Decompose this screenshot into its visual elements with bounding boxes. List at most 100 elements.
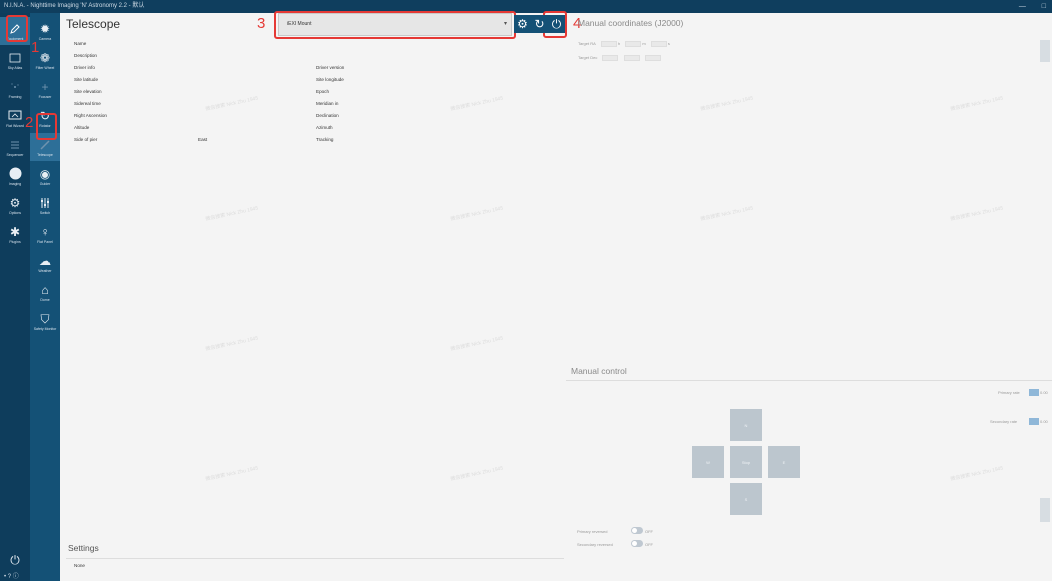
maximize-button[interactable]: □ [1042,3,1046,10]
dropdown-arrow-icon: ▾ [503,21,507,27]
watermark: 微信搜索 Nick Zhu 1945 [700,95,754,113]
sequencer-icon [7,138,23,152]
watermark: 微信搜索 Nick Zhu 1945 [205,465,259,483]
prop-site-elevation: Site elevation [74,89,102,94]
prop-epoch: Epoch [316,89,330,94]
move-south-button[interactable]: S [730,483,762,515]
switch-icon [37,196,53,210]
flat-wizard-icon [7,109,23,123]
annotation-number-1: 1 [31,39,40,56]
minimize-button[interactable]: — [1019,3,1026,10]
target-dec-degrees-input[interactable] [602,55,619,61]
primary-reversed-state: OFF [645,529,653,534]
nav-plugins[interactable]: ✱ Plugins [0,220,30,248]
settings-divider [66,558,564,559]
setup-button[interactable]: ⚙ [514,15,531,33]
gears-icon: ⚙ [9,195,21,210]
power-button[interactable]: ⏻ [0,549,30,571]
connect-button[interactable]: ⏻ [548,15,565,33]
watermark: 微信搜索 Nick Zhu 1945 [205,205,259,223]
refresh-button[interactable]: ↻ [531,15,548,33]
watermark: 微信搜索 Nick Zhu 1945 [450,205,504,223]
annotation-number-3: 3 [257,15,266,32]
nav-options[interactable]: ⚙ Options [0,191,30,219]
manual-coordinates-title: Manual coordinates (J2000) [578,18,684,28]
dome-icon: ⌂ [41,282,49,297]
prop-tracking: Tracking [316,137,334,142]
primary-reversed-toggle[interactable] [631,527,643,534]
watermark: 微信搜索 Nick Zhu 1945 [205,95,259,113]
target-dec-row: Target Dec [578,55,661,61]
target-ra-minutes-input[interactable] [625,41,642,47]
circle-icon [7,167,23,181]
gears-icon: ⚙ [517,17,528,31]
primary-rate-label: Primary rate [998,390,1020,395]
prop-altitude: Altitude [74,125,90,130]
secondary-rate-value: 0.00 [1040,419,1048,424]
nav-imaging[interactable]: Imaging [0,162,30,190]
secondary-rate-slider[interactable] [1029,418,1039,425]
prop-azimuth: Azimuth [316,125,333,130]
safety-monitor-icon: ⛉ [40,311,50,326]
prop-site-latitude: Site latitude [74,77,99,82]
move-north-button[interactable]: N [730,409,762,441]
move-west-button[interactable]: W [692,446,724,478]
nav-telescope[interactable]: Telescope [30,133,60,161]
pencil-icon [7,22,23,36]
secondary-rate-label: Secondary rate [990,419,1018,424]
secondary-reversed-toggle[interactable] [631,540,643,547]
nav-equipment[interactable]: Equipment [0,17,30,45]
nav-guider[interactable]: ◉ Guider [30,162,60,190]
telescope-icon [37,138,53,152]
move-east-button[interactable]: E [768,446,800,478]
nav-switch[interactable]: Switch [30,191,60,219]
nav-safety-monitor[interactable]: ⛉ Safety Monitor [30,307,60,335]
framing-icon [7,80,23,94]
target-ra-hours-input[interactable] [600,41,617,47]
power-icon: ⏻ [10,553,20,567]
manual-control-title: Manual control [571,366,627,376]
prop-description: Description [74,53,97,58]
target-ra-row: Target RA h m s [578,41,670,47]
primary-rate-slider[interactable] [1029,389,1039,396]
primary-reversed-label: Primary reversed [577,529,608,534]
prop-right-ascension: Right Ascension [74,113,107,118]
slew-button[interactable] [1040,40,1050,62]
divider [566,380,1052,381]
prop-meridian-in: Meridian in [316,101,339,106]
weather-icon: ☁ [39,253,51,268]
nav-sky-atlas[interactable]: Sky Atlas [0,46,30,74]
stop-button[interactable]: Stop [730,446,762,478]
target-dec-seconds-input[interactable] [644,55,661,61]
window-title: N.I.N.A. - Nighttime Imaging 'N' Astrono… [4,3,145,9]
nav-sequencer[interactable]: Sequencer [0,133,30,161]
prop-side-of-pier-value: East [198,137,208,142]
title-bar: N.I.N.A. - Nighttime Imaging 'N' Astrono… [0,0,1052,13]
filter-wheel-icon: ❁ [39,50,51,65]
nav-focuser[interactable]: + Focuser [30,75,60,103]
watermark: 微信搜索 Nick Zhu 1945 [950,465,1004,483]
sky-atlas-icon [7,51,23,65]
watermark: 微信搜索 Nick Zhu 1945 [700,205,754,223]
nav-flat-panel[interactable]: ♀ Flat Panel [30,220,60,248]
watermark: 微信搜索 Nick Zhu 1945 [450,95,504,113]
flat-panel-icon: ♀ [40,224,50,239]
nav-framing[interactable]: Framing [0,75,30,103]
watermark: 微信搜索 Nick Zhu 1945 [950,95,1004,113]
target-dec-label: Target Dec [578,55,598,61]
rotator-icon: ↻ [39,108,51,123]
annotation-number-2: 2 [25,114,34,131]
nav-dome[interactable]: ⌂ Dome [30,278,60,306]
power-icon: ⏻ [551,16,562,31]
primary-rate-value: 0.00 [1040,390,1048,395]
prop-declination: Declination [316,113,339,118]
target-dec-minutes-input[interactable] [623,55,640,61]
target-ra-label: Target RA [578,41,596,47]
nav-rotator[interactable]: ↻ Rotator [30,104,60,132]
watermark: 微信搜索 Nick Zhu 1945 [205,335,259,353]
nav-weather[interactable]: ☁ Weather [30,249,60,277]
park-button[interactable] [1040,498,1050,522]
camera-icon: ✹ [39,21,51,36]
target-ra-seconds-input[interactable] [650,41,667,47]
mount-selector[interactable]: iEXI Mount ▾ [278,13,512,36]
